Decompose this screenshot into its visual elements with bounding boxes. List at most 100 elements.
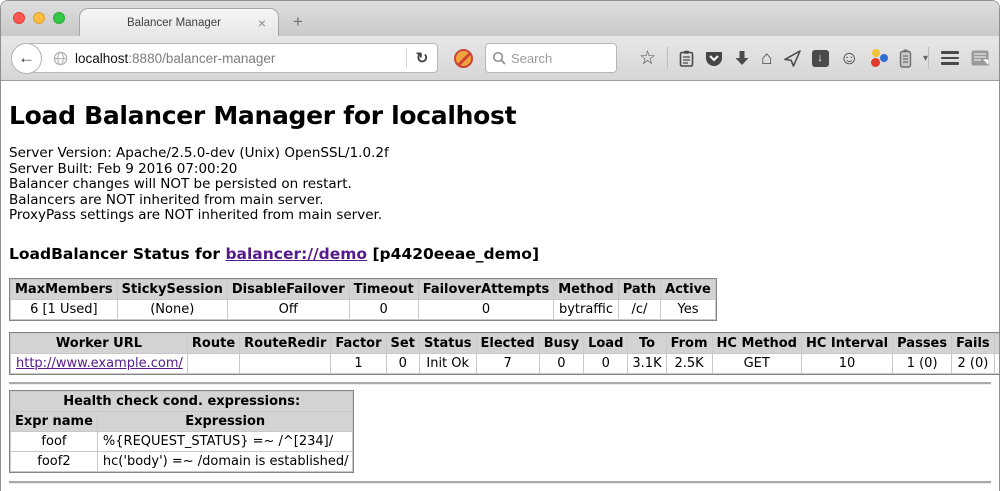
persist-note-line: Balancer changes will NOT be persisted o… <box>9 177 991 193</box>
forum-smiley-icon[interactable]: ☺ <box>840 49 859 68</box>
tab-close-icon[interactable]: × <box>254 16 270 30</box>
browser-window: Balancer Manager × + ← localhost:8880/ba… <box>0 0 1000 491</box>
server-built-line: Server Built: Feb 9 2016 07:00:20 <box>9 162 991 178</box>
table-title-row: Health check cond. expressions: <box>11 391 353 411</box>
col-set: Set <box>386 333 419 353</box>
navigation-toolbar: ← localhost:8880/balancer-manager ↻ ☆ <box>1 36 999 81</box>
cell-path: /c/ <box>618 299 660 319</box>
pocket-icon[interactable] <box>705 50 723 67</box>
table-row: foof2 hc('body') =~ /domain is establish… <box>11 451 353 471</box>
cell-failoverattempts: 0 <box>418 299 554 319</box>
cell-hc-uri <box>994 353 999 373</box>
cell-expression: %{REQUEST_STATUS} =~ /^[234]/ <box>97 431 353 451</box>
send-tab-icon[interactable] <box>784 50 801 67</box>
col-active: Active <box>661 279 716 299</box>
cell-elected: 7 <box>476 353 539 373</box>
col-expr-name: Expr name <box>11 411 98 431</box>
col-to: To <box>628 333 666 353</box>
cell-from: 2.5K <box>666 353 712 373</box>
table-header-row: MaxMembers StickySession DisableFailover… <box>11 279 716 299</box>
cell-method: bytraffic <box>554 299 618 319</box>
reload-button[interactable]: ↻ <box>407 49 437 67</box>
globe-icon <box>53 51 68 66</box>
worker-url-link[interactable]: http://www.example.com/ <box>16 356 183 371</box>
col-route: Route <box>187 333 239 353</box>
health-table-title: Health check cond. expressions: <box>11 391 353 411</box>
menu-hamburger-icon[interactable] <box>941 51 959 65</box>
window-minimize-button[interactable] <box>33 12 45 24</box>
col-path: Path <box>618 279 660 299</box>
url-text[interactable]: localhost:8880/balancer-manager <box>75 51 406 66</box>
cell-maxmembers: 6 [1 Used] <box>11 299 118 319</box>
download-manager-icon[interactable]: ↓ <box>812 50 829 67</box>
new-tab-button[interactable]: + <box>279 12 303 36</box>
tab-balancer-manager[interactable]: Balancer Manager × <box>79 8 279 36</box>
cell-expr-name: foof2 <box>11 451 98 471</box>
cell-routeredir <box>240 353 331 373</box>
bookmark-star-icon[interactable]: ☆ <box>639 49 656 68</box>
cell-factor: 1 <box>331 353 386 373</box>
content-blocked-icon[interactable] <box>454 49 473 68</box>
horizontal-rule <box>9 481 991 484</box>
server-info: Server Version: Apache/2.5.0-dev (Unix) … <box>9 146 991 224</box>
col-hc-method: HC Method <box>712 333 801 353</box>
toolbar-divider <box>928 47 929 69</box>
inherit-note-line: Balancers are NOT inherited from main se… <box>9 193 991 209</box>
cell-set: 0 <box>386 353 419 373</box>
battery-extension-icon[interactable] <box>899 49 912 68</box>
cell-fails: 2 (0) <box>952 353 995 373</box>
col-hc-uri: HC uri <box>994 333 999 353</box>
page-tool-extension-icon[interactable] <box>971 50 989 66</box>
cell-timeout: 0 <box>349 299 418 319</box>
col-failoverattempts: FailoverAttempts <box>418 279 554 299</box>
col-routeredir: RouteRedir <box>240 333 331 353</box>
search-bar[interactable] <box>485 43 617 73</box>
status-prefix: LoadBalancer Status for <box>9 245 225 263</box>
page-title: Load Balancer Manager for localhost <box>9 81 991 130</box>
table-row: foof %{REQUEST_STATUS} =~ /^[234]/ <box>11 431 353 451</box>
status-suffix: [p4420eeae_demo] <box>367 245 539 263</box>
col-stickysession: StickySession <box>117 279 227 299</box>
window-zoom-button[interactable] <box>53 12 65 24</box>
col-expression: Expression <box>97 411 353 431</box>
worker-status-table: Worker URL Route RouteRedir Factor Set S… <box>10 333 999 374</box>
cell-worker-url: http://www.example.com/ <box>11 353 188 373</box>
balancer-demo-link[interactable]: balancer://demo <box>225 245 367 263</box>
col-method: Method <box>554 279 618 299</box>
toolbar-right-group <box>928 47 989 69</box>
col-fails: Fails <box>952 333 995 353</box>
page-content: Load Balancer Manager for localhost Serv… <box>1 81 999 491</box>
url-host: localhost <box>75 51 128 66</box>
url-path: :8880/balancer-manager <box>128 51 275 66</box>
col-hc-interval: HC Interval <box>801 333 892 353</box>
window-close-button[interactable] <box>13 12 25 24</box>
clipboard-icon[interactable] <box>679 50 694 67</box>
home-icon[interactable]: ⌂ <box>761 49 772 68</box>
cell-hc-method: GET <box>712 353 801 373</box>
cell-status: Init Ok <box>419 353 476 373</box>
back-arrow-icon: ← <box>18 48 35 68</box>
col-disablefailover: DisableFailover <box>227 279 349 299</box>
col-load: Load <box>584 333 628 353</box>
cell-stickysession: (None) <box>117 299 227 319</box>
table-header-row: Expr name Expression <box>11 411 353 431</box>
traffic-lights <box>13 12 65 24</box>
downloads-arrow-icon[interactable] <box>734 50 750 66</box>
proxypass-note-line: ProxyPass settings are NOT inherited fro… <box>9 208 991 224</box>
table-row: 6 [1 Used] (None) Off 0 0 bytraffic /c/ … <box>11 299 716 319</box>
worker-row: http://www.example.com/ 1 0 Init Ok 7 0 … <box>11 353 1000 373</box>
col-status: Status <box>419 333 476 353</box>
toolbar-divider <box>667 47 668 69</box>
cell-disablefailover: Off <box>227 299 349 319</box>
back-button[interactable]: ← <box>11 43 42 74</box>
search-input[interactable] <box>511 51 601 66</box>
cell-to: 3.1K <box>628 353 666 373</box>
cell-busy: 0 <box>539 353 583 373</box>
col-maxmembers: MaxMembers <box>11 279 118 299</box>
col-elected: Elected <box>476 333 539 353</box>
server-version-line: Server Version: Apache/2.5.0-dev (Unix) … <box>9 146 991 162</box>
health-check-table: Health check cond. expressions: Expr nam… <box>10 391 353 472</box>
tab-title: Balancer Manager <box>94 17 254 29</box>
url-bar[interactable]: localhost:8880/balancer-manager ↻ <box>26 43 438 73</box>
colored-dots-extension-icon[interactable] <box>870 49 888 67</box>
